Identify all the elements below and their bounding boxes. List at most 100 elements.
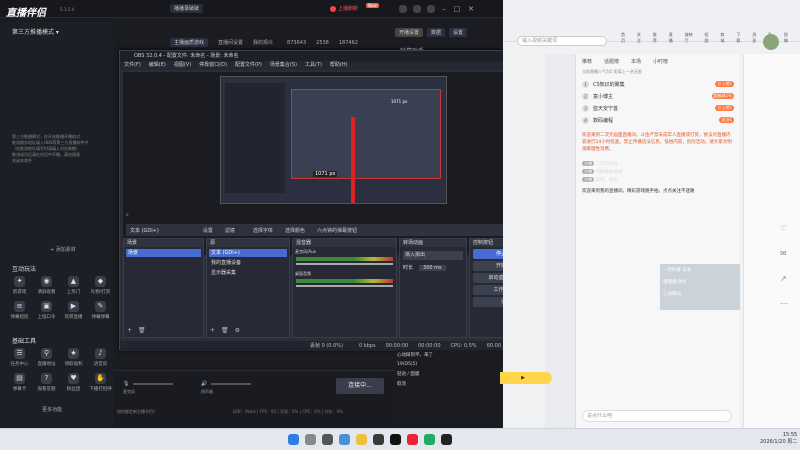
select-font-button[interactable]: 选择字体: [248, 225, 277, 235]
tool-item[interactable]: ◉ 清屏观看: [33, 276, 60, 295]
more-icon[interactable]: ⋯: [780, 299, 788, 308]
add-icon[interactable]: +: [127, 327, 132, 334]
tool-item[interactable]: ♪ 语音房: [87, 348, 114, 367]
tab-this[interactable]: 本场: [631, 58, 641, 65]
taskview-icon[interactable]: [322, 434, 333, 445]
nav-upload[interactable]: 投稿: [784, 32, 792, 44]
like-icon[interactable]: ♡: [780, 224, 788, 233]
zoom-icon[interactable]: ⌕: [126, 212, 129, 218]
tool-item[interactable]: ☰ 任务中心: [6, 348, 33, 367]
tag-my-audience[interactable]: 我的观众: [253, 39, 273, 46]
tool-item[interactable]: ♥ 粉丝团: [60, 373, 87, 392]
nav-cinema[interactable]: 放映厅: [685, 32, 697, 44]
desktop-volume-slider[interactable]: [296, 285, 393, 287]
tool-item[interactable]: ✎ 弹幕弹幕: [87, 301, 114, 320]
chat-input[interactable]: 说点什么吧: [582, 410, 732, 422]
menu-tools[interactable]: 工具(T): [305, 61, 322, 70]
speaker-control[interactable]: 🔊: [201, 381, 252, 387]
tool-item[interactable]: ◆ 礼物/打赏: [87, 276, 114, 295]
menu-file[interactable]: 文件(F): [124, 61, 141, 70]
rank-item[interactable]: 4 数码编程 关注1: [582, 114, 734, 126]
douyin-icon[interactable]: [390, 434, 401, 445]
tab-hour[interactable]: 小时榜: [653, 58, 668, 65]
mic-slider[interactable]: [133, 383, 174, 385]
mode-selector[interactable]: 第三方推播模式 ▾: [12, 27, 59, 36]
avatar[interactable]: [763, 34, 779, 50]
delete-icon[interactable]: 🗑: [138, 327, 146, 334]
nav-short[interactable]: 短剧: [705, 32, 713, 44]
search-input[interactable]: 输入视频关键词: [517, 36, 607, 46]
ad-button[interactable]: 播播录破破: [170, 4, 204, 13]
wechat-icon[interactable]: [424, 434, 435, 445]
clock[interactable]: 15:55 2026/1/20 周二: [760, 432, 797, 445]
menu-docks[interactable]: 停靠窗口(D): [199, 61, 227, 70]
steam-icon[interactable]: [441, 434, 452, 445]
add-material-button[interactable]: + 添加素材: [50, 246, 76, 253]
settings-button[interactable]: 设置: [449, 28, 468, 37]
menu-scene-collection[interactable]: 场景集合(S): [270, 61, 297, 70]
maximize-icon[interactable]: □: [454, 5, 461, 13]
rank-item[interactable]: 3 蓝天安宁首 已上榜1: [582, 102, 734, 114]
menu-help[interactable]: 帮助(H): [330, 61, 348, 70]
nav-download[interactable]: 下载: [736, 32, 744, 44]
select-color-button[interactable]: 选择颜色: [280, 225, 309, 235]
transition-select[interactable]: 渐入渐出: [403, 251, 463, 260]
rank-item[interactable]: 1 CS知识的聚集 已上榜1: [582, 78, 734, 90]
nav-home[interactable]: 首页: [621, 32, 629, 44]
nav-recommend[interactable]: 推荐: [653, 32, 661, 44]
source-item[interactable]: 文本 (GDI+): [209, 249, 287, 257]
filters-button[interactable]: 滤镜: [220, 225, 239, 235]
nav-messages[interactable]: 消息: [752, 32, 760, 44]
duration-input[interactable]: 300 ms: [419, 264, 446, 271]
minimize-icon[interactable]: –: [442, 5, 446, 13]
tool-item[interactable]: ★ 领取福利: [60, 348, 87, 367]
tool-item[interactable]: ≡ 弹幕招揽: [6, 301, 33, 320]
tag-room-settings[interactable]: 直播间设置: [218, 39, 243, 46]
nav-mall[interactable]: 商城: [720, 32, 728, 44]
menu-edit[interactable]: 编辑(E): [149, 61, 166, 70]
app-icon[interactable]: [407, 434, 418, 445]
mic-control[interactable]: 🎙: [123, 381, 174, 387]
edge-icon[interactable]: [339, 434, 350, 445]
properties-button[interactable]: 设置: [198, 225, 217, 235]
rank-item[interactable]: 2 富小博主 超越成1%: [582, 90, 734, 102]
obs-preview-area[interactable]: 1071 px 1071 px ⌕ 文本 (GDI+) 设置 滤镜 选择字体 选…: [123, 72, 543, 255]
search-icon[interactable]: [305, 434, 316, 445]
gear-icon[interactable]: ⚙: [235, 327, 240, 334]
close-icon[interactable]: ✕: [468, 5, 474, 13]
tool-item[interactable]: ▶ 玩转直播: [60, 301, 87, 320]
data-button[interactable]: 数据: [427, 28, 446, 37]
mic-volume-slider[interactable]: [296, 263, 393, 265]
tool-item[interactable]: ? 观看答题: [33, 373, 60, 392]
speaker-slider[interactable]: [211, 383, 252, 385]
nav-live[interactable]: 直播: [669, 32, 677, 44]
tool-item[interactable]: ✦ 新游戏: [6, 276, 33, 295]
tool-item[interactable]: ✋ 下播打招呼: [87, 373, 114, 392]
scene-item[interactable]: 场景: [126, 249, 201, 257]
add-icon[interactable]: +: [210, 327, 215, 334]
promo-button[interactable]: ▶: [494, 372, 552, 384]
more-button[interactable]: 更多功能: [42, 406, 62, 413]
obs-icon[interactable]: [373, 434, 384, 445]
live-settings-button[interactable]: 开播设置: [395, 28, 424, 37]
tab-recommend[interactable]: 推荐: [582, 58, 592, 65]
tag-quality[interactable]: 主播画质游戏: [170, 38, 209, 47]
user-icon[interactable]: [399, 5, 407, 13]
menu-profile[interactable]: 配置文件(P): [235, 61, 262, 70]
delete-icon[interactable]: 🗑: [221, 327, 229, 334]
tool-item[interactable]: ⚲ 直播地址: [33, 348, 60, 367]
nav-follow[interactable]: 关注: [637, 32, 645, 44]
share-icon[interactable]: ↗: [780, 274, 788, 283]
notice-link[interactable]: 如何绑定新主播节目？: [117, 409, 157, 415]
tool-item[interactable]: ▣ 上墙口令: [33, 301, 60, 320]
start-icon[interactable]: [288, 434, 299, 445]
tab-topic[interactable]: 话题榜: [604, 58, 619, 65]
tool-item[interactable]: ▲ 上热门: [60, 276, 87, 295]
extra-toolbar-button[interactable]: 六点钟的弹幕按钮: [312, 225, 361, 235]
source-item[interactable]: 显示器采集: [209, 269, 287, 277]
comment-icon[interactable]: ✉: [780, 249, 788, 258]
explorer-icon[interactable]: [356, 434, 367, 445]
menu-view[interactable]: 视图(V): [174, 61, 191, 70]
bell-icon[interactable]: [413, 5, 421, 13]
source-item[interactable]: 我的直播设备: [209, 259, 287, 267]
